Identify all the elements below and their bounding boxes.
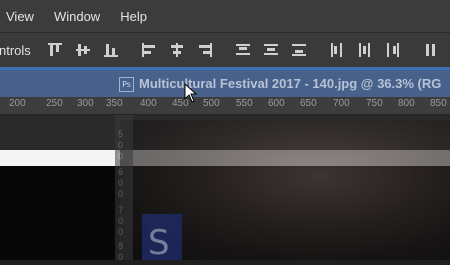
ruler-tick: 300 bbox=[77, 98, 94, 109]
vruler-tick: 0 bbox=[118, 227, 124, 237]
vruler-tick: 0 bbox=[118, 140, 124, 150]
ruler-tick: 650 bbox=[300, 98, 317, 109]
document-tab-bar: Ps Multicultural Festival 2017 - 140.jpg… bbox=[0, 67, 450, 100]
vruler-tick: 0 bbox=[118, 216, 124, 226]
ruler-tick: 250 bbox=[46, 98, 63, 109]
menu-bar: View Window Help bbox=[0, 0, 450, 32]
ruler-tick: 850 bbox=[430, 98, 447, 109]
ruler-tick: 400 bbox=[140, 98, 157, 109]
ruler-tick: 800 bbox=[398, 98, 415, 109]
options-bar: ntrols bbox=[0, 32, 450, 68]
ruler-tick: 750 bbox=[366, 98, 383, 109]
align-top-edges-icon[interactable] bbox=[43, 38, 67, 62]
mouse-pointer-icon bbox=[184, 82, 198, 108]
vruler-tick: 8 bbox=[118, 241, 124, 251]
ruler-tick: 550 bbox=[236, 98, 253, 109]
photoshop-document-icon: Ps bbox=[119, 77, 134, 92]
show-transform-controls-label[interactable]: ntrols bbox=[0, 43, 31, 58]
align-left-edges-icon[interactable] bbox=[137, 38, 161, 62]
ruler-tick: 700 bbox=[333, 98, 350, 109]
ruler-tick: 500 bbox=[203, 98, 220, 109]
image-shirt-graphic: S bbox=[142, 214, 182, 263]
horizontal-ruler[interactable]: 200 250 300 350 400 450 500 550 600 650 … bbox=[0, 97, 450, 115]
auto-align-icon[interactable] bbox=[419, 38, 443, 62]
align-horizontal-centers-icon[interactable] bbox=[165, 38, 189, 62]
menu-help[interactable]: Help bbox=[120, 9, 147, 24]
vruler-tick: 6 bbox=[118, 167, 124, 177]
distribute-top-icon[interactable] bbox=[231, 38, 255, 62]
distribute-right-icon[interactable] bbox=[381, 38, 405, 62]
menu-window[interactable]: Window bbox=[54, 9, 100, 24]
vruler-tick: 0 bbox=[118, 178, 124, 188]
vruler-tick: 0 bbox=[118, 189, 124, 199]
menu-view[interactable]: View bbox=[6, 9, 34, 24]
distribute-bottom-icon[interactable] bbox=[287, 38, 311, 62]
distribute-left-icon[interactable] bbox=[325, 38, 349, 62]
vruler-tick: 7 bbox=[118, 205, 124, 215]
vertical-ruler[interactable]: 5 0 0 6 0 0 7 0 0 8 0 bbox=[115, 115, 133, 262]
svg-text:S: S bbox=[148, 223, 170, 260]
ruler-tick: 350 bbox=[106, 98, 123, 109]
ruler-tick: 200 bbox=[9, 98, 26, 109]
document-tab[interactable]: Ps Multicultural Festival 2017 - 140.jpg… bbox=[0, 70, 450, 97]
distribute-horizontal-centers-icon[interactable] bbox=[353, 38, 377, 62]
ruler-tick: 600 bbox=[268, 98, 285, 109]
align-right-edges-icon[interactable] bbox=[193, 38, 217, 62]
vruler-tick: 0 bbox=[118, 252, 124, 262]
align-bottom-edges-icon[interactable] bbox=[99, 38, 123, 62]
vruler-tick: 5 bbox=[118, 129, 124, 139]
align-vertical-centers-icon[interactable] bbox=[71, 38, 95, 62]
distribute-vertical-centers-icon[interactable] bbox=[259, 38, 283, 62]
vruler-tick: 0 bbox=[118, 151, 124, 161]
